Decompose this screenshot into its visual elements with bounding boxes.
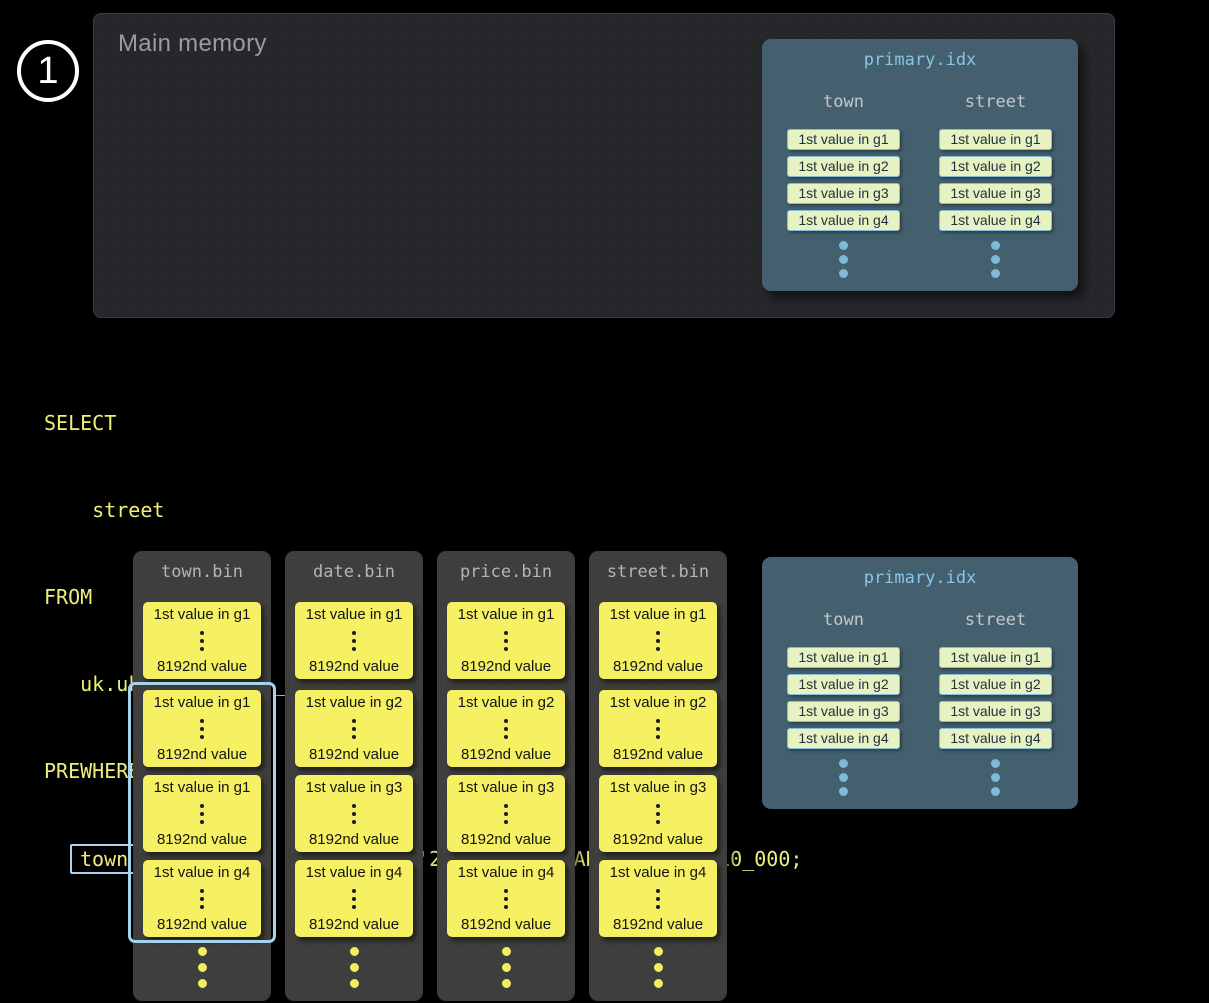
granule-block: 1st value in g2 8192nd value [295, 690, 413, 767]
sql-line-street: street [44, 496, 802, 525]
granule-block: 1st value in g2 8192nd value [447, 690, 565, 767]
primary-idx-title: primary.idx [762, 50, 1078, 70]
index-entry-chip: 1st value in g4 [939, 728, 1052, 749]
street-column-header: street [939, 610, 1052, 630]
ellipsis-icon [787, 241, 900, 278]
index-entry-chip: 1st value in g2 [939, 674, 1052, 695]
granule-ellipsis-icon [504, 887, 508, 911]
step-1-badge: 1 [17, 40, 79, 102]
granule-first-value: 1st value in g1 [154, 606, 251, 623]
primary-idx-panel-memory: primary.idx town street 1st value in g1 … [762, 39, 1078, 291]
granule-block: 1st value in g3 8192nd value [447, 775, 565, 852]
granule-first-value: 1st value in g4 [458, 864, 555, 881]
index-entry-chip: 1st value in g1 [939, 129, 1052, 150]
main-memory-title: Main memory [118, 30, 267, 58]
granule-ellipsis-icon [200, 629, 204, 653]
granule-last-value: 8192nd value [309, 658, 399, 675]
granule-block: 1st value in g4 8192nd value [599, 860, 717, 937]
town-column-header: town [787, 92, 900, 112]
ellipsis-icon [133, 947, 271, 988]
granule-block: 1st value in g4 8192nd value [447, 860, 565, 937]
granule-first-value: 1st value in g1 [458, 606, 555, 623]
index-entry-chip: 1st value in g3 [787, 183, 900, 204]
bin-file-title: town.bin [133, 562, 271, 582]
ellipsis-icon [939, 759, 1052, 796]
granule-last-value: 8192nd value [309, 916, 399, 933]
selected-granules-highlight [128, 682, 276, 943]
bin-file-street: street.bin 1st value in g1 8192nd value … [589, 551, 727, 1001]
bin-file-title: price.bin [437, 562, 575, 582]
primary-idx-title: primary.idx [762, 568, 1078, 588]
granule-last-value: 8192nd value [309, 831, 399, 848]
sql-line-select: SELECT [44, 409, 802, 438]
bin-file-price: price.bin 1st value in g1 8192nd value 1… [437, 551, 575, 1001]
index-entry-chip: 1st value in g2 [787, 674, 900, 695]
granule-ellipsis-icon [656, 717, 660, 741]
granule-ellipsis-icon [656, 887, 660, 911]
granule-first-value: 1st value in g2 [610, 694, 707, 711]
granule-last-value: 8192nd value [461, 658, 551, 675]
granule-block: 1st value in g4 8192nd value [295, 860, 413, 937]
index-entry-chip: 1st value in g1 [939, 647, 1052, 668]
granule-last-value: 8192nd value [157, 658, 247, 675]
granule-last-value: 8192nd value [613, 916, 703, 933]
granule-first-value: 1st value in g4 [610, 864, 707, 881]
granule-last-value: 8192nd value [461, 916, 551, 933]
index-entry-chip: 1st value in g3 [939, 183, 1052, 204]
granule-last-value: 8192nd value [461, 746, 551, 763]
street-column-header: street [939, 92, 1052, 112]
ellipsis-icon [939, 241, 1052, 278]
granule-first-value: 1st value in g3 [610, 779, 707, 796]
step-number: 1 [37, 50, 58, 93]
granule-last-value: 8192nd value [613, 658, 703, 675]
granule-first-value: 1st value in g2 [458, 694, 555, 711]
granule-block: 1st value in g1 8192nd value [447, 602, 565, 679]
granule-last-value: 8192nd value [613, 746, 703, 763]
ellipsis-icon [437, 947, 575, 988]
granule-last-value: 8192nd value [461, 831, 551, 848]
granule-block: 1st value in g1 8192nd value [599, 602, 717, 679]
index-entry-chip: 1st value in g3 [787, 701, 900, 722]
ellipsis-icon [285, 947, 423, 988]
granule-ellipsis-icon [352, 887, 356, 911]
granule-block: 1st value in g1 8192nd value [143, 602, 261, 679]
granule-ellipsis-icon [656, 802, 660, 826]
granule-block: 1st value in g2 8192nd value [599, 690, 717, 767]
index-entry-chip: 1st value in g1 [787, 647, 900, 668]
ellipsis-icon [589, 947, 727, 988]
granule-ellipsis-icon [352, 629, 356, 653]
granule-ellipsis-icon [504, 717, 508, 741]
index-entry-chip: 1st value in g4 [787, 728, 900, 749]
granule-block: 1st value in g3 8192nd value [599, 775, 717, 852]
granule-ellipsis-icon [352, 717, 356, 741]
granule-first-value: 1st value in g1 [306, 606, 403, 623]
diagram-canvas: { "step_badge": { "number": "1" }, "main… [0, 0, 1209, 1003]
granule-block: 1st value in g3 8192nd value [295, 775, 413, 852]
granule-block: 1st value in g1 8192nd value [295, 602, 413, 679]
granule-first-value: 1st value in g4 [306, 864, 403, 881]
bin-file-title: street.bin [589, 562, 727, 582]
granule-first-value: 1st value in g2 [306, 694, 403, 711]
bin-file-title: date.bin [285, 562, 423, 582]
bin-file-date: date.bin 1st value in g1 8192nd value 1s… [285, 551, 423, 1001]
index-entry-chip: 1st value in g3 [939, 701, 1052, 722]
granule-first-value: 1st value in g1 [610, 606, 707, 623]
granule-first-value: 1st value in g3 [458, 779, 555, 796]
town-column-header: town [787, 610, 900, 630]
primary-idx-panel-disk: primary.idx town street 1st value in g1 … [762, 557, 1078, 809]
granule-first-value: 1st value in g3 [306, 779, 403, 796]
index-entry-chip: 1st value in g2 [939, 156, 1052, 177]
index-entry-chip: 1st value in g2 [787, 156, 900, 177]
granule-last-value: 8192nd value [613, 831, 703, 848]
index-entry-chip: 1st value in g4 [787, 210, 900, 231]
index-entry-chip: 1st value in g4 [939, 210, 1052, 231]
granule-ellipsis-icon [352, 802, 356, 826]
ellipsis-icon [787, 759, 900, 796]
granule-last-value: 8192nd value [309, 746, 399, 763]
granule-ellipsis-icon [656, 629, 660, 653]
granule-ellipsis-icon [504, 629, 508, 653]
index-entry-chip: 1st value in g1 [787, 129, 900, 150]
granule-ellipsis-icon [504, 802, 508, 826]
